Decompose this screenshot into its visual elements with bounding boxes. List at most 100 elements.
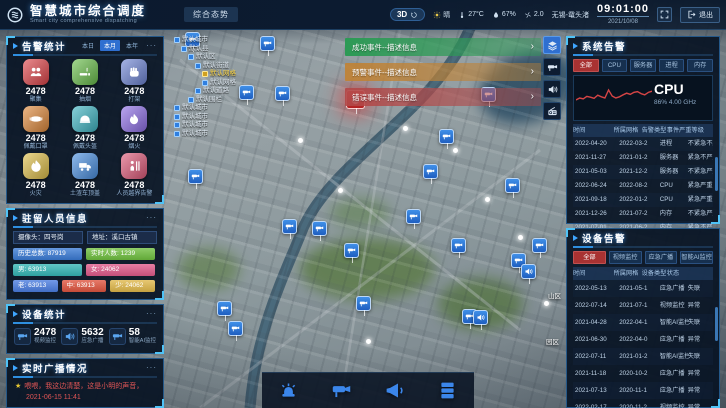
- chevron-right-icon[interactable]: ›: [531, 92, 534, 102]
- alarm-period-tab[interactable]: 本日: [78, 40, 98, 51]
- tree-item[interactable]: 默认网格: [172, 70, 236, 79]
- map-camera-marker[interactable]: [356, 296, 371, 311]
- system-alarm-tab[interactable]: 服务器: [630, 59, 656, 72]
- alarm-stat-tile[interactable]: 2478 烟火: [110, 104, 159, 151]
- map-camera-marker[interactable]: [473, 310, 488, 325]
- table-row[interactable]: 2021-12-26 2021-07-2 内存 不紧急严重: [573, 207, 713, 221]
- device-alarm-tab[interactable]: 视频监控: [609, 251, 642, 264]
- map-camera-marker[interactable]: [312, 221, 327, 236]
- map-point-dot[interactable]: [403, 126, 408, 131]
- system-alarm-tab[interactable]: 内存: [687, 59, 713, 72]
- device-alarm-tab[interactable]: 全部: [573, 251, 606, 264]
- toolbar-icon-button[interactable]: [382, 378, 408, 404]
- event-toast[interactable]: 成功事件--描述信息 ›: [345, 38, 541, 56]
- mode-3d-toggle[interactable]: 3D: [390, 8, 425, 21]
- map-tool-button[interactable]: [543, 36, 561, 54]
- more-options-icon[interactable]: ···: [146, 41, 157, 50]
- map-camera-marker[interactable]: [505, 178, 520, 193]
- tree-item[interactable]: 默认网格: [172, 79, 236, 88]
- map-point-dot[interactable]: [453, 148, 458, 153]
- chevron-right-icon[interactable]: ›: [531, 67, 534, 77]
- map-camera-marker[interactable]: [260, 36, 275, 51]
- map-tool-button[interactable]: [543, 58, 561, 76]
- system-alarm-tab[interactable]: 进程: [659, 59, 685, 72]
- tree-item[interactable]: 默认街道: [172, 62, 236, 71]
- map-camera-marker[interactable]: [423, 164, 438, 179]
- table-row[interactable]: 2022-05-13 2021-05-1 应急广播 失联: [573, 280, 713, 297]
- tree-item[interactable]: 默认城市: [172, 36, 236, 45]
- table-row[interactable]: 2022-07-11 2021-01-2 智能AI监控 失联: [573, 348, 713, 365]
- map-camera-marker[interactable]: [451, 238, 466, 253]
- tree-item[interactable]: 默认道路: [172, 87, 236, 96]
- device-stat[interactable]: 5632 应急广播: [61, 328, 103, 345]
- alarm-stat-tile[interactable]: 2478 土渣车顶盖: [60, 151, 109, 198]
- alarm-stat-tile[interactable]: 2478 火灾: [11, 151, 60, 198]
- scrollbar[interactable]: [715, 307, 718, 341]
- tree-item[interactable]: 默认城市: [172, 130, 236, 139]
- chevron-right-icon[interactable]: ›: [531, 42, 534, 52]
- alarm-stat-tile[interactable]: 2478 佩戴头盔: [60, 104, 109, 151]
- more-options-icon[interactable]: ···: [146, 363, 157, 372]
- map-point-dot[interactable]: [518, 235, 523, 240]
- map-tool-button[interactable]: [543, 80, 561, 98]
- alarm-stat-tile[interactable]: 2478 人员越界告警: [110, 151, 159, 198]
- alarm-period-tab[interactable]: 本月: [100, 40, 120, 51]
- alarm-stat-tile[interactable]: 2478 佩戴口罩: [11, 104, 60, 151]
- map-tool-button[interactable]: [543, 102, 561, 120]
- system-alarm-tab[interactable]: CPU: [602, 59, 628, 72]
- device-alarm-tab[interactable]: 应急广播: [645, 251, 678, 264]
- more-options-icon[interactable]: ···: [146, 309, 157, 318]
- alarm-period-tab[interactable]: 本年: [122, 40, 142, 51]
- table-row[interactable]: 2022-04-20 2022-03-2 进程 不紧急不严重: [573, 137, 713, 151]
- tree-item[interactable]: 默认区: [172, 53, 236, 62]
- tree-item[interactable]: 默认城市: [172, 113, 236, 122]
- map-camera-marker[interactable]: [282, 219, 297, 234]
- map-point-dot[interactable]: [338, 188, 343, 193]
- scrollbar[interactable]: [715, 157, 718, 191]
- exit-button[interactable]: 退出: [680, 7, 720, 23]
- toolbar-icon-button[interactable]: [329, 378, 355, 404]
- map-point-dot[interactable]: [544, 301, 549, 306]
- table-row[interactable]: 2021-06-30 2022-04-0 应急广播 异常: [573, 331, 713, 348]
- device-alarm-tab[interactable]: 智能AI监控: [680, 251, 713, 264]
- tree-item[interactable]: 默认城市: [172, 104, 236, 113]
- fullscreen-button[interactable]: [657, 7, 672, 22]
- alarm-stat-tile[interactable]: 2478 抽烟: [60, 57, 109, 104]
- map-camera-marker[interactable]: [406, 209, 421, 224]
- map-camera-marker[interactable]: [521, 264, 536, 279]
- tree-item[interactable]: 默认县: [172, 45, 236, 54]
- tab-overview[interactable]: 综合态势: [184, 7, 238, 22]
- table-row[interactable]: 2021-07-13 2020-11-1 应急广播 异常: [573, 382, 713, 399]
- map-camera-marker[interactable]: [344, 243, 359, 258]
- address-selector[interactable]: 地址：溪口古镇: [87, 231, 157, 244]
- map-camera-marker[interactable]: [228, 321, 243, 336]
- map-point-dot[interactable]: [298, 138, 303, 143]
- device-stat[interactable]: 58 智能AI监控: [109, 328, 156, 345]
- table-row[interactable]: 2022-06-24 2022-08-2 CPU 紧急严重: [573, 179, 713, 193]
- more-options-icon[interactable]: ···: [146, 213, 157, 222]
- table-row[interactable]: 2021-05-03 2021-12-2 服务器 不紧急严重: [573, 165, 713, 179]
- camera-selector[interactable]: 摄像头：四号岗: [13, 231, 83, 244]
- map-camera-marker[interactable]: [188, 169, 203, 184]
- table-row[interactable]: 2021-09-18 2022-01-2 CPU 紧急严重: [573, 193, 713, 207]
- device-stat[interactable]: 2478 视频监控: [14, 328, 56, 345]
- map-camera-marker[interactable]: [275, 86, 290, 101]
- table-row[interactable]: 2021-04-28 2022-04-1 智能AI监控 失联: [573, 314, 713, 331]
- tree-item[interactable]: 默认城市: [172, 121, 236, 130]
- toolbar-icon-button[interactable]: [276, 378, 302, 404]
- table-row[interactable]: 2022-02-17 2020-11-2 视频监控 异常: [573, 399, 713, 408]
- map-camera-marker[interactable]: [439, 129, 454, 144]
- event-toast[interactable]: 错误事件--描述信息 ›: [345, 88, 541, 106]
- map-point-dot[interactable]: [485, 197, 490, 202]
- alarm-stat-tile[interactable]: 2478 打架: [110, 57, 159, 104]
- map-camera-marker[interactable]: [217, 301, 232, 316]
- system-alarm-tab[interactable]: 全部: [573, 59, 599, 72]
- map-camera-marker[interactable]: [532, 238, 547, 253]
- table-row[interactable]: 2022-07-14 2021-07-1 视频监控 异常: [573, 297, 713, 314]
- map-camera-marker[interactable]: [239, 85, 254, 100]
- tree-item[interactable]: 默认围栏: [172, 96, 236, 105]
- map-point-dot[interactable]: [366, 339, 371, 344]
- table-row[interactable]: 2021-11-27 2021-01-2 服务器 紧急不严重: [573, 151, 713, 165]
- event-toast[interactable]: 预警事件--描述信息 ›: [345, 63, 541, 81]
- table-row[interactable]: 2021-11-18 2020-10-2 应急广播 异常: [573, 365, 713, 382]
